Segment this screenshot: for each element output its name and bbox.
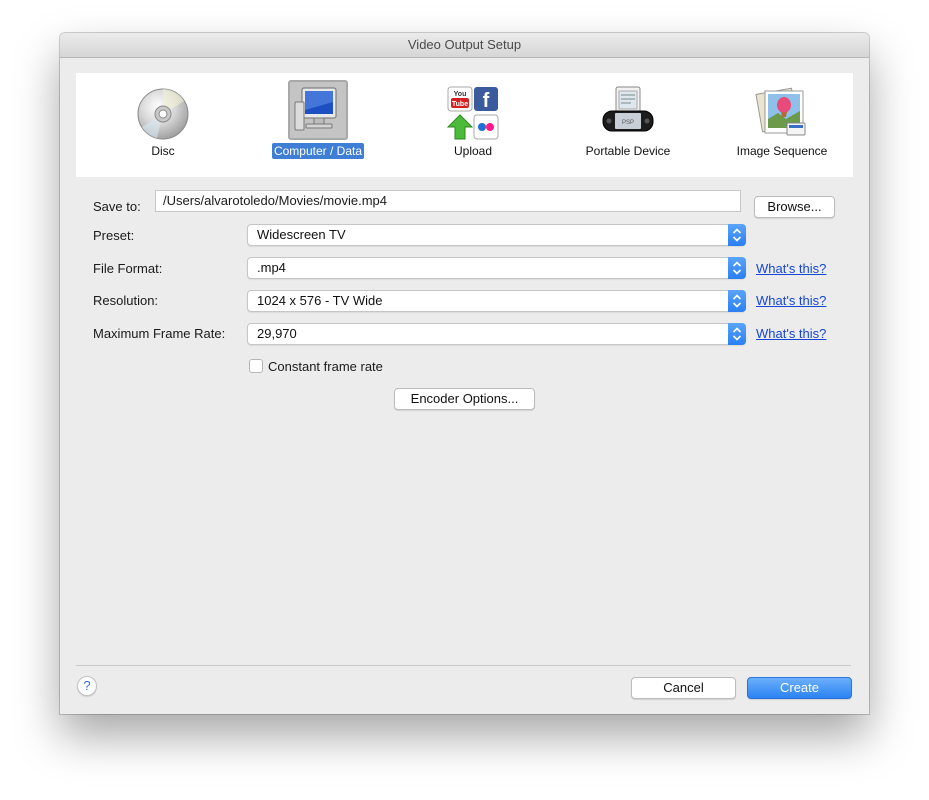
svg-text:PSP: PSP (622, 120, 634, 126)
preset-value: Widescreen TV (257, 227, 346, 242)
browse-button[interactable]: Browse... (754, 196, 835, 218)
disc-icon (132, 83, 194, 145)
chevron-updown-icon (728, 323, 746, 345)
resolution-whats-this-link[interactable]: What's this? (756, 293, 826, 308)
toolbar-item-disc[interactable]: Disc (88, 79, 238, 171)
toolbar-item-label: Disc (151, 144, 175, 158)
video-output-setup-window: Video Output Setup Disc Computer / Data … (60, 33, 869, 714)
toolbar-item-label: Portable Device (585, 144, 671, 158)
resolution-value: 1024 x 576 - TV Wide (257, 293, 383, 308)
preset-label: Preset: (93, 228, 135, 243)
computer-icon (288, 80, 348, 140)
file-format-label: File Format: (93, 261, 163, 276)
toolbar-item-computer-data[interactable]: Computer / Data (243, 79, 393, 171)
image-sequence-icon (751, 83, 813, 145)
preset-select[interactable]: Widescreen TV (247, 224, 746, 246)
save-to-label: Save to: (93, 199, 141, 214)
cancel-button[interactable]: Cancel (631, 677, 736, 699)
frame-rate-label: Maximum Frame Rate: (93, 326, 226, 341)
toolbar-item-label: Upload (453, 144, 493, 158)
portable-device-icon: PSP (597, 83, 659, 145)
constant-frame-rate-checkbox[interactable] (249, 359, 263, 373)
upload-icon: You Tube f (442, 83, 504, 145)
constant-frame-rate-label: Constant frame rate (268, 359, 383, 374)
encoder-options-button[interactable]: Encoder Options... (394, 388, 535, 410)
svg-text:Tube: Tube (452, 101, 468, 108)
toolbar-item-portable-device[interactable]: PSP Portable Device (553, 79, 703, 171)
svg-text:f: f (483, 90, 490, 112)
chevron-updown-icon (728, 257, 746, 279)
chevron-updown-icon (728, 224, 746, 246)
output-type-toolbar: Disc Computer / Data You Tube f Upload P… (76, 73, 853, 177)
chevron-updown-icon (728, 290, 746, 312)
window-title: Video Output Setup (60, 33, 869, 58)
file-format-whats-this-link[interactable]: What's this? (756, 261, 826, 276)
toolbar-item-label: Image Sequence (736, 144, 828, 158)
toolbar-item-image-sequence[interactable]: Image Sequence (707, 79, 857, 171)
file-format-select[interactable]: .mp4 (247, 257, 746, 279)
frame-rate-whats-this-link[interactable]: What's this? (756, 326, 826, 341)
frame-rate-select[interactable]: 29,970 (247, 323, 746, 345)
resolution-select[interactable]: 1024 x 576 - TV Wide (247, 290, 746, 312)
svg-text:You: You (454, 91, 467, 98)
create-button[interactable]: Create (747, 677, 852, 699)
toolbar-item-label: Computer / Data (271, 143, 365, 159)
save-to-field[interactable]: /Users/alvarotoledo/Movies/movie.mp4 (155, 190, 741, 212)
frame-rate-value: 29,970 (257, 326, 297, 341)
resolution-label: Resolution: (93, 293, 159, 308)
help-button[interactable]: ? (77, 676, 97, 696)
toolbar-item-upload[interactable]: You Tube f Upload (398, 79, 548, 171)
file-format-value: .mp4 (257, 260, 286, 275)
footer-separator (76, 665, 851, 666)
